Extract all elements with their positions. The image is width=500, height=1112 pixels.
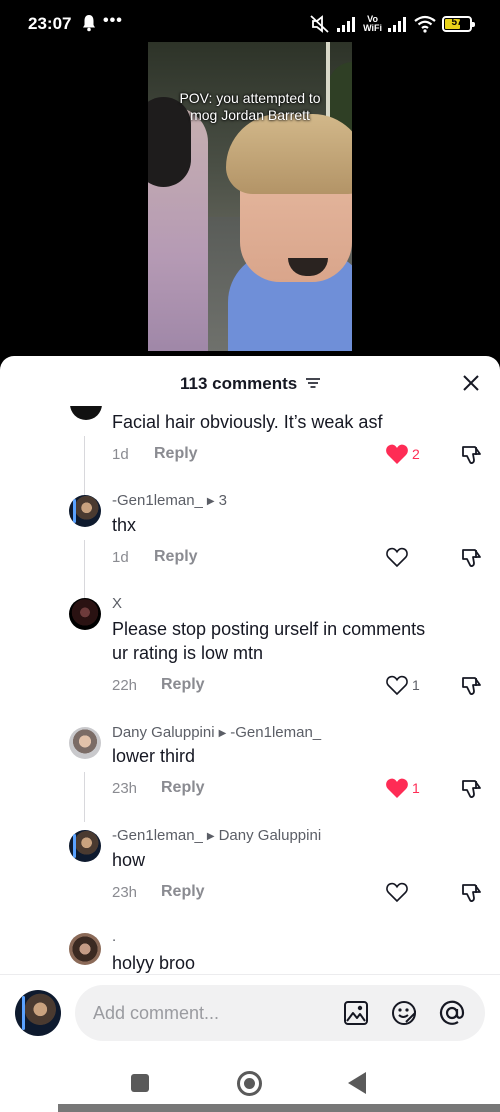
dislike-icon[interactable] [460, 444, 484, 466]
comment-author[interactable]: . [112, 928, 116, 945]
avatar[interactable] [69, 727, 101, 759]
reply-button[interactable]: Reply [161, 676, 205, 694]
comment-author[interactable]: -Gen1leman_ ▶ Dany Galuppini [112, 827, 321, 844]
close-icon[interactable] [462, 374, 480, 392]
dislike-icon[interactable] [460, 778, 484, 800]
like-count: 1 [412, 780, 420, 796]
heart-outline-icon[interactable] [385, 546, 409, 568]
my-avatar[interactable] [15, 990, 61, 1036]
author-name: Dany Galuppini [112, 724, 215, 741]
dislike-icon[interactable] [460, 547, 484, 569]
reply-arrow-icon: ▶ [218, 728, 227, 739]
comments-count-label: 113 comments [180, 374, 298, 393]
avatar[interactable] [70, 406, 102, 420]
comment-text: Facial hair obviously. It’s weak asf [112, 412, 383, 432]
video-person-right-hair [226, 114, 352, 194]
comment-text: how [112, 850, 146, 870]
comment-author[interactable]: X [112, 595, 122, 612]
wifi-icon [414, 15, 436, 33]
comments-list[interactable]: Facial hair obviously. It’s weak asf 1d … [0, 406, 500, 974]
video-caption: POV: you attempted to mog Jordan Barrett [148, 90, 352, 124]
status-icons: Vo WiFi 57 [309, 13, 475, 35]
avatar-sabre [73, 834, 76, 858]
author-name: -Gen1leman_ [112, 827, 203, 844]
comment-time: 22h [112, 677, 138, 694]
avatar-sabre [22, 996, 25, 1030]
mute-icon [310, 15, 329, 33]
bell-icon [83, 15, 95, 32]
signal-icon [388, 17, 406, 32]
video-caption-line1: POV: you attempted to [179, 90, 321, 106]
video-caption-line2: mog Jordan Barrett [190, 107, 310, 123]
battery-icon: 57 [442, 16, 475, 32]
heart-filled-icon[interactable] [385, 777, 409, 799]
comment-text: holyy broo [112, 953, 196, 973]
reply-arrow-icon: ▶ [206, 831, 215, 842]
like-count: 1 [412, 677, 420, 693]
status-time: 23:07 [28, 14, 72, 33]
battery-level: 57 [451, 17, 463, 28]
comment-author[interactable]: -Gen1leman_ ▶ 3 [112, 492, 227, 509]
vowifi-icon: Vo WiFi [363, 15, 382, 33]
heart-outline-icon[interactable] [385, 881, 409, 903]
home-circle-icon[interactable] [237, 1071, 262, 1096]
reply-to-name: 3 [218, 492, 227, 509]
reply-button[interactable]: Reply [161, 779, 205, 797]
emoji-icon[interactable] [391, 1000, 417, 1026]
more-dots-icon: ••• [103, 12, 123, 29]
avatar[interactable] [69, 933, 101, 965]
battery-tip [472, 22, 475, 27]
avatar-sabre [73, 499, 76, 523]
status-bar: 23:07 ••• Vo WiFi 57 [0, 0, 500, 48]
reply-arrow-icon: ▶ [206, 496, 215, 507]
comment-time: 1d [112, 446, 129, 463]
comment-composer: Add comment... [0, 974, 500, 1058]
avatar[interactable] [69, 598, 101, 630]
gesture-handle[interactable] [58, 1104, 500, 1112]
comments-count[interactable]: 113 comments [0, 374, 500, 394]
comment-text: lower third [112, 746, 196, 766]
image-icon[interactable] [343, 1000, 369, 1026]
comment-time: 1d [112, 549, 129, 566]
dislike-icon[interactable] [460, 882, 484, 904]
heart-outline-icon[interactable] [385, 674, 409, 696]
reply-button[interactable]: Reply [161, 883, 205, 901]
mention-icon[interactable] [439, 1000, 465, 1026]
vowifi-bottom: WiFi [363, 23, 382, 33]
avatar[interactable] [69, 495, 101, 527]
comment-text-line2: ur rating is low mtn [112, 643, 264, 663]
recents-square-icon[interactable] [131, 1074, 149, 1092]
author-name: -Gen1leman_ [112, 492, 203, 509]
comment-text-line1: Please stop posting urself in comments [112, 619, 426, 639]
avatar[interactable] [69, 830, 101, 862]
like-count: 2 [412, 446, 420, 462]
reply-button[interactable]: Reply [154, 445, 198, 463]
video-player[interactable]: POV: you attempted to mog Jordan Barrett [148, 42, 352, 351]
comment-text: thx [112, 515, 137, 535]
reply-to-name: Dany Galuppini [218, 827, 322, 844]
comments-sheet: 113 comments Facial hair obviously. It’s… [0, 356, 500, 1112]
reply-to-name: -Gen1leman_ [230, 724, 322, 741]
dislike-icon[interactable] [460, 675, 484, 697]
reply-button[interactable]: Reply [154, 548, 198, 566]
signal-icon [337, 17, 356, 32]
comment-author[interactable]: Dany Galuppini ▶ -Gen1leman_ [112, 724, 321, 741]
thread-line [84, 772, 85, 822]
comment-time: 23h [112, 780, 138, 797]
heart-filled-icon[interactable] [385, 443, 409, 465]
back-triangle-icon[interactable] [348, 1072, 366, 1094]
comment-text: Please stop posting urself in comments u… [112, 617, 425, 665]
comment-input[interactable]: Add comment... [75, 985, 485, 1041]
comment-time: 23h [112, 884, 138, 901]
filter-icon[interactable] [305, 378, 320, 388]
comments-header: 113 comments [0, 356, 500, 406]
comment-input-placeholder: Add comment... [93, 1003, 220, 1023]
